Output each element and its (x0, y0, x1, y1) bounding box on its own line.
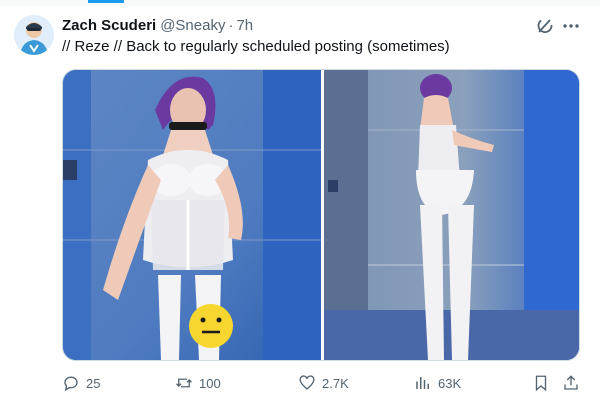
share-button[interactable] (562, 372, 586, 394)
top-accent-bar (88, 0, 124, 3)
like-button[interactable]: 2.7K (298, 372, 349, 394)
view-count: 63K (438, 375, 462, 391)
reply-icon (64, 376, 78, 392)
views-icon (416, 377, 429, 389)
views-button[interactable]: 63K (414, 372, 461, 394)
bookmark-icon (535, 375, 547, 392)
like-icon (299, 375, 315, 390)
author-name[interactable]: Zach Scuderi (62, 17, 156, 34)
tweet-header: Zach Scuderi @Sneaky · 7h (62, 15, 253, 35)
post-time[interactable]: 7h (236, 17, 253, 34)
repost-count: 100 (199, 375, 221, 391)
repost-icon (176, 378, 192, 388)
author-handle[interactable]: @Sneaky (160, 17, 225, 34)
media-grid (62, 69, 580, 361)
separator-dot: · (228, 16, 234, 34)
action-bar: 25 100 2.7K 63K (62, 372, 582, 394)
reply-button[interactable]: 25 (62, 372, 100, 394)
photo-1[interactable] (63, 70, 321, 360)
top-strip (0, 0, 600, 6)
share-icon (564, 375, 578, 390)
repost-button[interactable]: 100 (175, 372, 221, 394)
more-icon[interactable] (561, 16, 581, 36)
photo-2[interactable] (324, 70, 579, 360)
reply-count: 25 (86, 375, 101, 391)
grok-icon[interactable] (535, 16, 555, 36)
like-count: 2.7K (322, 375, 349, 391)
bookmark-button[interactable] (532, 372, 556, 394)
avatar[interactable] (14, 15, 54, 55)
tweet-text: // Reze // Back to regularly scheduled p… (62, 38, 450, 55)
